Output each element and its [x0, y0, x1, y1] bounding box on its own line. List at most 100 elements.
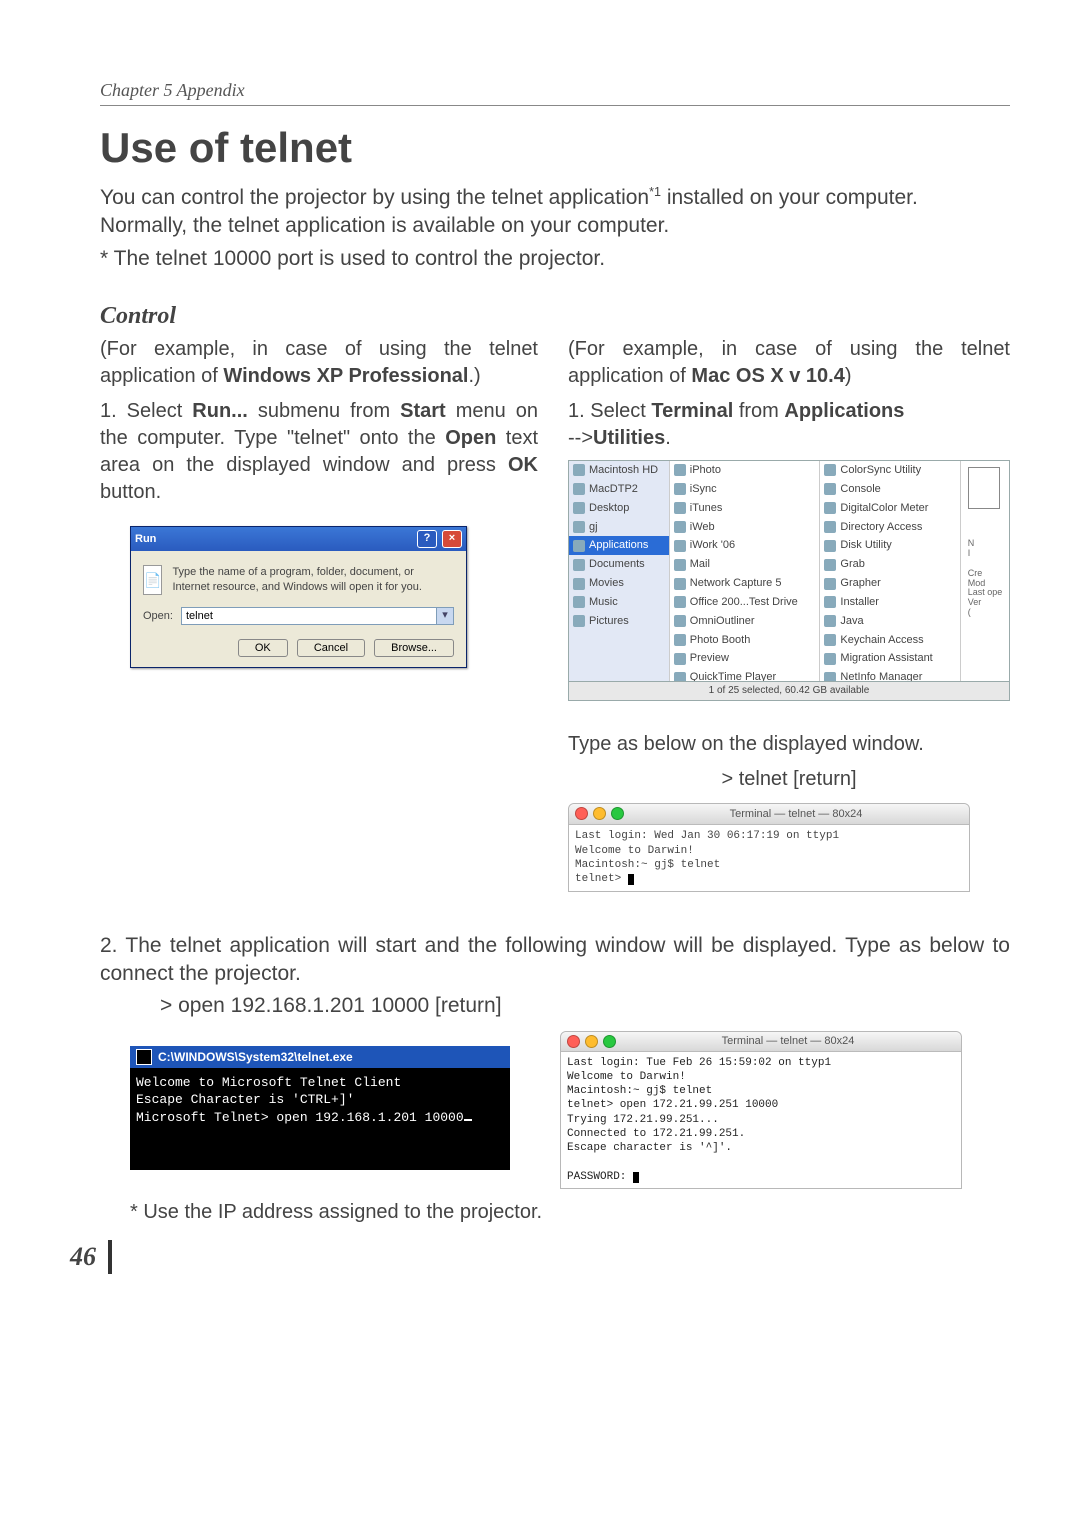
finder-row-label: Installer	[840, 595, 879, 610]
finder-utilities-column: ColorSync UtilityConsoleDigitalColor Met…	[820, 461, 961, 681]
right-step-1: 1. Select Terminal from Applications -->…	[568, 398, 1010, 452]
finder-row[interactable]: Directory Access	[820, 518, 960, 537]
finder-row[interactable]: Office 200...Test Drive	[670, 593, 820, 612]
finder-status-bar: 1 of 25 selected, 60.42 GB available	[568, 682, 1010, 701]
folder-icon	[573, 502, 585, 514]
finder-row[interactable]: iWeb	[670, 518, 820, 537]
left-step-1: 1. Select Run... submenu from Start menu…	[100, 398, 538, 506]
folder-icon	[573, 615, 585, 627]
finder-row[interactable]: Installer	[820, 593, 960, 612]
finder-row[interactable]: iWork '06	[670, 536, 820, 555]
open-input[interactable]	[182, 608, 436, 624]
zoom-icon[interactable]	[603, 1035, 616, 1048]
folder-icon	[824, 578, 836, 590]
minimize-icon[interactable]	[585, 1035, 598, 1048]
step-2-screenshots: C:\WINDOWS\System32\telnet.exe Welcome t…	[100, 1031, 1010, 1190]
finder-row[interactable]: Pictures	[569, 612, 669, 631]
ok-button[interactable]: OK	[238, 639, 288, 657]
finder-row[interactable]: ColorSync Utility	[820, 461, 960, 480]
finder-row[interactable]: DigitalColor Meter	[820, 499, 960, 518]
folder-icon	[573, 483, 585, 495]
finder-row[interactable]: MacDTP2	[569, 480, 669, 499]
finder-row-label: QuickTime Player	[690, 670, 776, 681]
type-telnet-command: > telnet [return]	[568, 766, 1010, 793]
folder-icon	[824, 559, 836, 571]
mac-terminal-title: Terminal — telnet — 80x24	[629, 807, 963, 822]
mac-terminal-body[interactable]: Last login: Tue Feb 26 15:59:02 on ttyp1…	[561, 1052, 961, 1189]
finder-row[interactable]: NetInfo Manager	[820, 668, 960, 681]
finder-row-label: OmniOutliner	[690, 614, 755, 629]
right-column: (For example, in case of using the telne…	[568, 336, 1010, 892]
cancel-button[interactable]: Cancel	[297, 639, 365, 657]
folder-icon	[573, 559, 585, 571]
finder-row[interactable]: iPhoto	[670, 461, 820, 480]
close-icon[interactable]	[567, 1035, 580, 1048]
finder-apps-column: iPhoto iSync iTunes iWebiWork '06MailNetwor…	[670, 461, 821, 681]
preview-meta: N I Cre Mod Last ope Ver (	[968, 539, 1003, 618]
folder-icon	[573, 464, 585, 476]
folder-icon	[824, 483, 836, 495]
finder-row[interactable]: Console	[820, 480, 960, 499]
finder-row-label: Preview	[690, 651, 729, 666]
control-heading: Control	[100, 303, 1010, 330]
run-dialog: Run ? × 📄 Type the name of a program, fo…	[130, 526, 467, 668]
finder-row[interactable]: Network Capture 5	[670, 574, 820, 593]
finder-row[interactable]: OmniOutliner	[670, 612, 820, 631]
finder-row-label: iTunes	[690, 501, 723, 516]
finder-row[interactable]: Photo Booth	[670, 631, 820, 650]
dropdown-icon[interactable]: ▾	[436, 608, 453, 624]
help-button[interactable]: ?	[417, 530, 437, 548]
close-icon[interactable]	[575, 807, 588, 820]
finder-row[interactable]: Migration Assistant	[820, 649, 960, 668]
finder-row-label: Photo Booth	[690, 633, 751, 648]
folder-icon	[674, 559, 686, 571]
finder-row[interactable]: Desktop	[569, 499, 669, 518]
finder-row[interactable]: Movies	[569, 574, 669, 593]
mac-terminal-titlebar: Terminal — telnet — 80x24	[561, 1032, 961, 1052]
windows-telnet-window: C:\WINDOWS\System32\telnet.exe Welcome t…	[130, 1046, 510, 1170]
mac-terminal-body[interactable]: Last login: Wed Jan 30 06:17:19 on ttyp1…	[569, 825, 969, 890]
finder-row-label: Movies	[589, 576, 624, 591]
folder-icon	[674, 464, 686, 476]
finder-row-label: iSync	[690, 482, 717, 497]
finder-row[interactable]: Grab	[820, 555, 960, 574]
open-combobox[interactable]: ▾	[181, 607, 454, 625]
folder-icon	[824, 596, 836, 608]
finder-row[interactable]: Applications	[569, 536, 669, 555]
run-title-text: Run	[135, 532, 156, 547]
browse-button[interactable]: Browse...	[374, 639, 454, 657]
page: Chapter 5 Appendix Use of telnet You can…	[0, 0, 1080, 1304]
finder-row-label: NetInfo Manager	[840, 670, 922, 681]
finder-row[interactable]: Disk Utility	[820, 536, 960, 555]
finder-row[interactable]: Mail	[670, 555, 820, 574]
finder-row-label: Keychain Access	[840, 633, 923, 648]
finder-row[interactable]: Music	[569, 593, 669, 612]
close-button[interactable]: ×	[442, 530, 462, 548]
finder-row[interactable]: iTunes	[670, 499, 820, 518]
folder-icon	[824, 464, 836, 476]
finder-row-label: Macintosh HD	[589, 463, 658, 478]
mac-terminal-1: Terminal — telnet — 80x24 Last login: We…	[568, 803, 970, 892]
finder-row[interactable]: gj	[569, 518, 669, 537]
finder-row[interactable]: Documents	[569, 555, 669, 574]
two-column-layout: (For example, in case of using the telne…	[100, 336, 1010, 892]
finder-row[interactable]: QuickTime Player	[670, 668, 820, 681]
finder-row[interactable]: Keychain Access	[820, 631, 960, 650]
finder-row[interactable]: Grapher	[820, 574, 960, 593]
windows-telnet-body[interactable]: Welcome to Microsoft Telnet Client Escap…	[130, 1068, 510, 1170]
finder-row[interactable]: Java	[820, 612, 960, 631]
finder-row[interactable]: Preview	[670, 649, 820, 668]
finder-row[interactable]: iSync	[670, 480, 820, 499]
finder-preview: N I Cre Mod Last ope Ver (	[961, 461, 1009, 681]
folder-icon	[824, 540, 836, 552]
left-column: (For example, in case of using the telne…	[100, 336, 538, 892]
zoom-icon[interactable]	[611, 807, 624, 820]
finder-row-label: Documents	[589, 557, 645, 572]
folder-icon	[824, 634, 836, 646]
minimize-icon[interactable]	[593, 807, 606, 820]
finder-window: Macintosh HD MacDTP2DesktopgjApplications…	[568, 460, 1010, 682]
mac-terminal-title: Terminal — telnet — 80x24	[621, 1035, 955, 1047]
finder-row[interactable]: Macintosh HD	[569, 461, 669, 480]
folder-icon	[824, 502, 836, 514]
folder-icon	[573, 578, 585, 590]
